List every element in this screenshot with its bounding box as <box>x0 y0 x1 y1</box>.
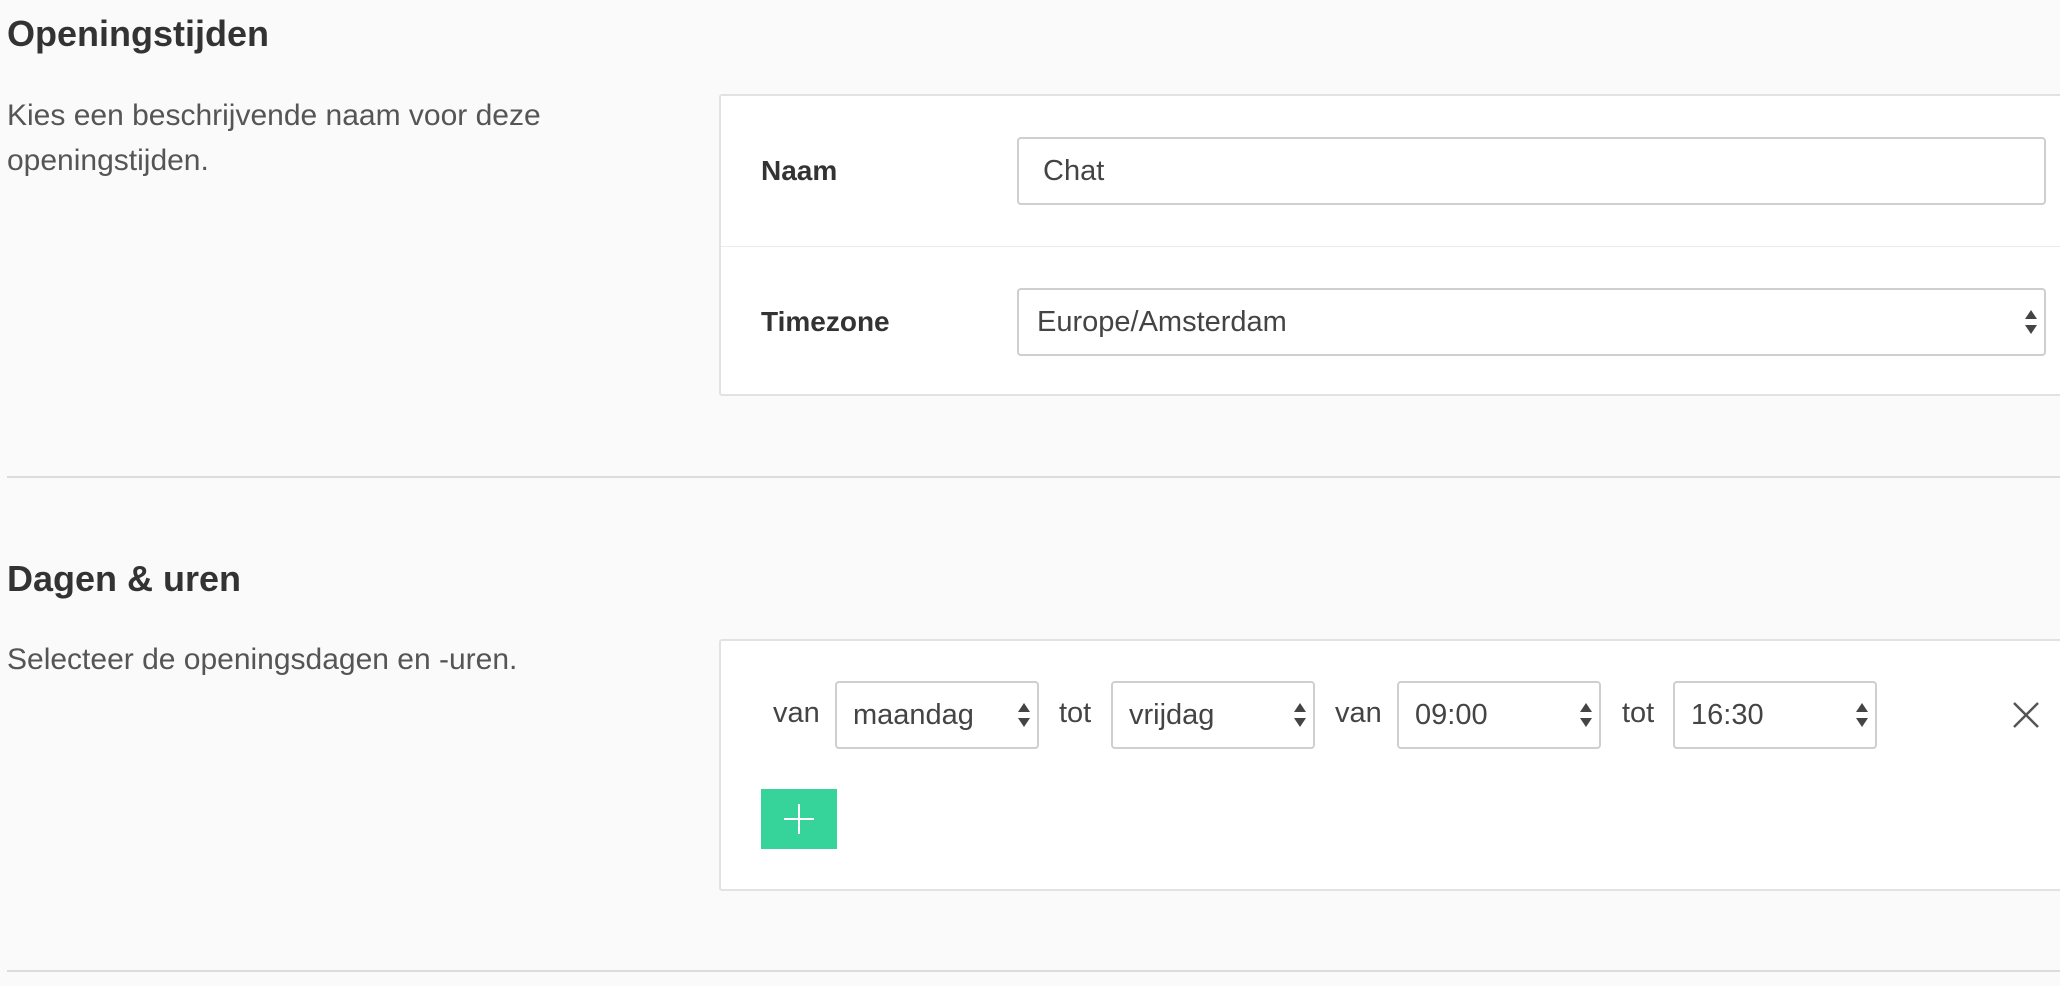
name-label: Naam <box>761 155 838 186</box>
from-time-select[interactable]: 09:00 <box>1397 681 1601 749</box>
timezone-select-value: Europe/Amsterdam <box>1037 306 1287 338</box>
to-time-value: 16:30 <box>1691 699 1764 731</box>
opening-hours-card: Naam Chat Timezone Europe/Amsterdam <box>719 94 2060 396</box>
from-day-value: maandag <box>853 699 974 731</box>
name-row: Naam Chat <box>721 96 2060 246</box>
section-description-days-hours: Selecteer de openingsdagen en -uren. <box>7 643 518 676</box>
to-time-select[interactable]: 16:30 <box>1673 681 1877 749</box>
timezone-select[interactable]: Europe/Amsterdam <box>1017 288 2046 356</box>
days-hours-card: van maandag tot vrijdag van 09:00 tot 16… <box>719 639 2060 891</box>
section-title-opening-hours: Openingstijden <box>7 13 270 54</box>
section-divider <box>7 476 2060 478</box>
to-time-word: tot <box>1622 697 1655 729</box>
section-title-days-hours: Dagen & uren <box>7 558 242 599</box>
close-icon[interactable] <box>2006 695 2046 735</box>
schedule-rule-row: van maandag tot vrijdag van 09:00 tot 16… <box>761 681 2039 749</box>
timezone-row: Timezone Europe/Amsterdam <box>721 246 2060 396</box>
select-arrows-icon <box>1579 700 1593 730</box>
select-arrows-icon <box>2024 307 2038 337</box>
name-input[interactable]: Chat <box>1017 137 2046 205</box>
add-rule-button[interactable] <box>761 789 837 849</box>
from-day-select[interactable]: maandag <box>835 681 1039 749</box>
select-arrows-icon <box>1855 700 1869 730</box>
to-day-value: vrijdag <box>1129 699 1215 731</box>
select-arrows-icon <box>1293 700 1307 730</box>
select-arrows-icon <box>1017 700 1031 730</box>
from-time-value: 09:00 <box>1415 699 1488 731</box>
timezone-label: Timezone <box>761 305 890 337</box>
from-day-word: van <box>773 697 820 729</box>
section-divider-bottom <box>7 970 2060 972</box>
plus-icon <box>767 801 831 837</box>
to-day-word: tot <box>1059 697 1092 729</box>
section-description-opening-hours: Kies een beschrijvende naam voor deze op… <box>7 99 541 177</box>
to-day-select[interactable]: vrijdag <box>1111 681 1315 749</box>
from-time-word: van <box>1335 697 1382 729</box>
